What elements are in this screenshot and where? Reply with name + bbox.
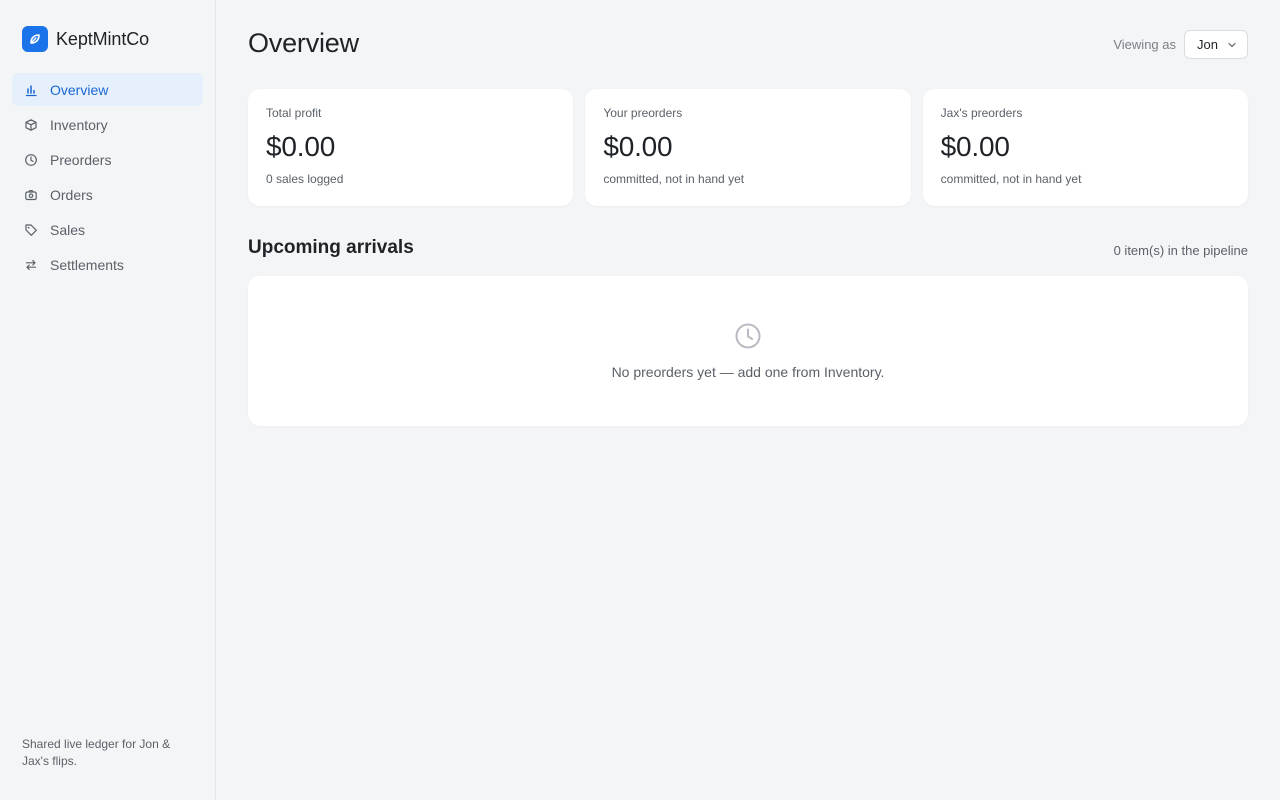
sidebar: KeptMintCo Overview Inventory Preorders bbox=[0, 0, 216, 800]
camera-icon bbox=[25, 189, 37, 200]
sidebar-item-label: Preorders bbox=[50, 151, 112, 168]
summary-cards: Total profit $0.00 0 sales logged Your p… bbox=[248, 89, 1248, 206]
sidebar-item-label: Overview bbox=[50, 81, 109, 98]
bar-chart-icon bbox=[25, 84, 37, 96]
sidebar-item-label: Inventory bbox=[50, 116, 108, 133]
box-icon bbox=[25, 118, 37, 131]
card-subtext: 0 sales logged bbox=[266, 172, 344, 186]
card-value: $0.00 bbox=[266, 131, 336, 162]
card-value: $0.00 bbox=[940, 131, 1010, 162]
chevron-down-icon bbox=[1228, 42, 1236, 47]
sidebar-item-overview[interactable]: Overview bbox=[12, 73, 203, 106]
sidebar-item-label: Sales bbox=[50, 221, 86, 238]
card-label: Total profit bbox=[266, 106, 322, 120]
card-subtext: committed, not in hand yet bbox=[603, 172, 745, 186]
viewer-select-value: Jon bbox=[1197, 37, 1218, 52]
sidebar-item-label: Settlements bbox=[50, 256, 124, 273]
sidebar-item-inventory[interactable]: Inventory bbox=[12, 108, 203, 141]
brand[interactable]: KeptMintCo bbox=[22, 26, 149, 52]
upcoming-arrivals-title: Upcoming arrivals bbox=[248, 237, 414, 258]
clock-icon bbox=[735, 323, 761, 349]
viewer-switcher: Viewing as Jon bbox=[1113, 30, 1248, 59]
card-value: $0.00 bbox=[603, 131, 673, 162]
sidebar-footer: Shared live ledger for Jon & Jax's flips… bbox=[22, 737, 171, 768]
card-your-preorders: Your preorders $0.00 committed, not in h… bbox=[585, 89, 911, 206]
card-label: Your preorders bbox=[603, 106, 683, 120]
empty-state-message: No preorders yet — add one from Inventor… bbox=[611, 364, 885, 380]
viewing-as-label: Viewing as bbox=[1113, 37, 1176, 52]
sidebar-item-settlements[interactable]: Settlements bbox=[12, 248, 203, 281]
viewer-select[interactable]: Jon bbox=[1184, 30, 1248, 59]
sidebar-item-preorders[interactable]: Preorders bbox=[12, 143, 203, 176]
sidebar-nav: Overview Inventory Preorders Orders Sale… bbox=[12, 73, 203, 283]
card-label: Jax's preorders bbox=[940, 106, 1023, 120]
card-subtext: committed, not in hand yet bbox=[940, 172, 1082, 186]
card-jax-preorders: Jax's preorders $0.00 committed, not in … bbox=[922, 89, 1248, 206]
swap-icon bbox=[25, 259, 37, 270]
leaf-icon bbox=[22, 26, 48, 52]
page-title: Overview bbox=[248, 28, 359, 58]
clock-icon bbox=[25, 153, 37, 166]
sidebar-item-sales[interactable]: Sales bbox=[12, 213, 203, 246]
tag-icon bbox=[25, 223, 37, 236]
pipeline-count: 0 item(s) in the pipeline bbox=[1113, 243, 1248, 258]
upcoming-arrivals-panel: No preorders yet — add one from Inventor… bbox=[248, 276, 1248, 426]
brand-name: KeptMintCo bbox=[56, 28, 150, 49]
card-total-profit: Total profit $0.00 0 sales logged bbox=[248, 89, 574, 206]
sidebar-item-orders[interactable]: Orders bbox=[12, 178, 203, 211]
sidebar-item-label: Orders bbox=[50, 186, 93, 203]
